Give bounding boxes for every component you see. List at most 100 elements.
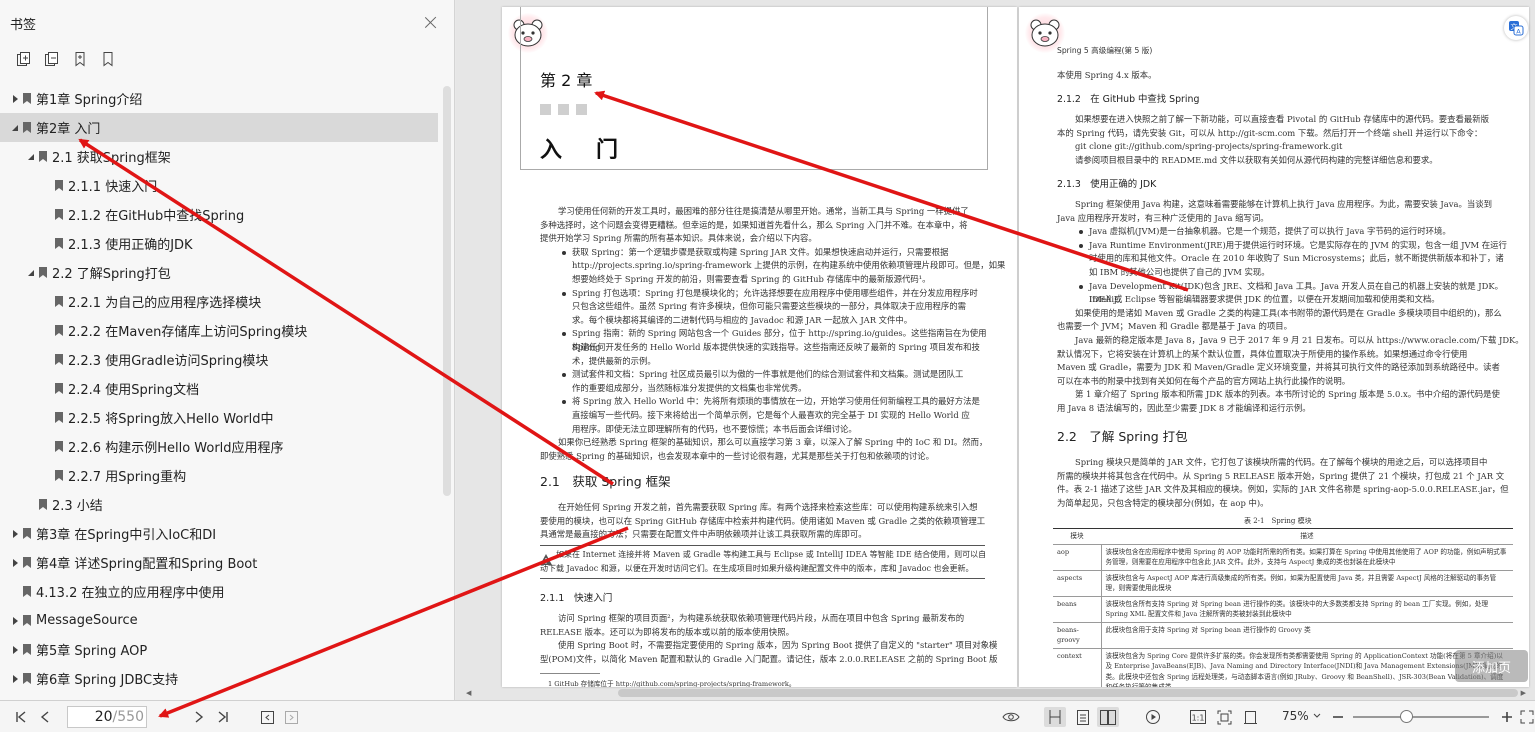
bookmark-item[interactable]: 2.2.1 为自己的应用程序选择模块 xyxy=(0,287,443,316)
table-row: beans-groovy 此模块包含用于支持 Spring 对 Spring be… xyxy=(1053,622,1513,649)
text-line: 为简单起见，只包含特定的模块部分(例如，在 aop 中)。 xyxy=(1057,497,1269,508)
bookmark-item[interactable]: 4.13.2 在独立的应用程序中使用 xyxy=(0,577,443,606)
bookmark-item[interactable]: 2.2.7 用Spring重构 xyxy=(0,461,443,490)
bookmark-item[interactable]: 2.2.3 使用Gradle访问Spring模块 xyxy=(0,345,443,374)
collapse-all-icon[interactable] xyxy=(43,51,60,68)
bookmark-icon xyxy=(55,412,63,423)
scrollbar-thumb[interactable] xyxy=(618,689,1518,697)
text-line: 用程序。即使无法立即理解所有的代码，也不要惊慌；本书后面会详细讨论。 xyxy=(572,423,857,434)
fit-width-icon[interactable] xyxy=(1239,707,1261,727)
caret-down-icon[interactable] xyxy=(26,152,36,162)
horizontal-scrollbar[interactable]: ◀ ▶ xyxy=(466,688,1526,698)
add-bookmark-icon[interactable] xyxy=(71,51,88,68)
last-page-icon[interactable] xyxy=(214,707,232,727)
fit-page-icon[interactable] xyxy=(1213,707,1235,727)
translate-icon[interactable]: 文A xyxy=(1504,16,1528,40)
caret-down-icon[interactable] xyxy=(10,123,20,133)
text-line: 件。表 2-1 描述了这些 JAR 文件及其相应的模块。例如，实际的 JAR 文… xyxy=(1057,484,1509,495)
text-line: Spring 模块只是简单的 JAR 文件，它打包了该模块所需的代码。在了解每个… xyxy=(1075,457,1488,467)
text-line: RELEASE 版本。还可以为即将发布的版本或以前的版本使用快照。 xyxy=(540,626,795,637)
bookmark-label: 2.2.1 为自己的应用程序选择模块 xyxy=(68,296,262,311)
eye-icon[interactable] xyxy=(1000,707,1022,727)
bookmark-icon[interactable] xyxy=(99,51,116,68)
chapter-square xyxy=(558,104,569,115)
zoom-in-icon[interactable] xyxy=(1499,707,1515,727)
bookmark-label: 2.2.2 在Maven存储库上访问Spring模块 xyxy=(68,325,308,340)
actual-size-icon[interactable]: 1:1 xyxy=(1187,707,1209,727)
zoom-slider[interactable] xyxy=(1353,710,1489,723)
caret-right-icon[interactable] xyxy=(10,94,20,104)
zoom-slider-knob[interactable] xyxy=(1400,710,1413,723)
bookmark-item[interactable]: MessageSource xyxy=(0,606,443,635)
bookmark-item[interactable]: 第6章 Spring JDBC支持 xyxy=(0,664,443,693)
bookmark-toolbar xyxy=(0,46,454,72)
chapter-square xyxy=(540,104,551,115)
bookmark-item[interactable]: 第2章 入门 xyxy=(0,113,438,142)
text-line: 学习使用任何新的开发工具时，最困难的部分往往是搞清楚从哪里开始。通常，当新工具与… xyxy=(558,206,969,216)
subsection-heading: 2.1.1 快速入门 xyxy=(540,593,613,604)
previous-page-icon[interactable] xyxy=(36,707,54,727)
bookmark-icon xyxy=(23,93,31,104)
bullet-dot xyxy=(562,250,566,255)
bookmark-item[interactable]: 2.2.6 构建示例Hello World应用程序 xyxy=(0,432,443,461)
text-line: 即使熟悉 Spring 的基础知识，也会发现本章中的一些讨论很有趣，尤其是那些关… xyxy=(540,450,934,461)
back-icon[interactable] xyxy=(258,707,276,727)
bookmark-item[interactable]: 2.2.2 在Maven存储库上访问Spring模块 xyxy=(0,316,443,345)
bookmark-label: 第2章 入门 xyxy=(36,122,101,137)
bookmark-label: 2.2.6 构建示例Hello World应用程序 xyxy=(68,441,284,456)
caret-right-icon[interactable] xyxy=(10,558,20,568)
bookmark-item[interactable]: 第3章 在Spring中引入IoC和DI xyxy=(0,519,443,548)
bullet-dot xyxy=(562,291,566,296)
caret-down-icon[interactable] xyxy=(26,268,36,278)
bookmark-item[interactable]: 2.1.3 使用正确的JDK xyxy=(0,229,443,258)
text-line: 想要始终处于 Spring 开发的前沿，则需要查看 Spring 的 GitHu… xyxy=(572,274,931,284)
text-line: 时使用的库和其他文件。Oracle 在 2010 年收购了 Sun Micros… xyxy=(1089,253,1504,264)
bookmark-icon xyxy=(23,644,31,655)
next-page-icon[interactable] xyxy=(190,707,208,727)
footnote-separator xyxy=(540,673,600,674)
bookmark-item[interactable]: 第5章 Spring AOP xyxy=(0,635,443,664)
bullet-dot xyxy=(562,332,566,337)
bookmark-item[interactable]: 2.2 了解Spring打包 xyxy=(0,258,443,287)
page-number-input[interactable]: 20/550 xyxy=(67,706,147,728)
current-page: 20 xyxy=(94,709,113,725)
bookmark-scrollbar[interactable] xyxy=(443,86,451,496)
first-page-icon[interactable] xyxy=(12,707,30,727)
fullscreen-icon[interactable] xyxy=(1519,707,1535,727)
text-line: 获取 Spring：第一个逻辑步骤是获取或构建 Spring JAR 文件。如果… xyxy=(572,246,949,257)
play-icon[interactable] xyxy=(1142,707,1164,727)
bookmark-item[interactable]: 2.1 获取Spring框架 xyxy=(0,142,443,171)
bookmark-item[interactable]: 2.1.2 在GitHub中查找Spring xyxy=(0,200,443,229)
single-page-icon[interactable] xyxy=(1072,707,1094,727)
close-icon[interactable] xyxy=(422,14,440,32)
bookmark-item[interactable]: 2.3 小结 xyxy=(0,490,443,519)
bookmark-item[interactable]: 第4章 详述Spring配置和Spring Boot xyxy=(0,548,443,577)
bookmark-label: 第6章 Spring JDBC支持 xyxy=(36,673,179,688)
bookmark-item[interactable]: 2.1.1 快速入门 xyxy=(0,171,443,200)
scroll-left-icon[interactable]: ◀ xyxy=(466,689,471,697)
total-pages: /550 xyxy=(112,709,144,725)
caret-right-icon[interactable] xyxy=(10,529,20,539)
bookmark-item[interactable]: 2.2.4 使用Spring文档 xyxy=(0,374,443,403)
bookmark-label: 2.1.1 快速入门 xyxy=(68,180,158,195)
caret-right-icon[interactable] xyxy=(10,674,20,684)
bullet-dot xyxy=(1079,243,1083,248)
continuous-scroll-icon[interactable] xyxy=(1044,707,1066,727)
expand-all-icon[interactable] xyxy=(15,51,32,68)
bookmark-icon xyxy=(23,557,31,568)
text-line: 本的 Spring 代码，请先安装 Git，可以从 http://git-scm… xyxy=(1057,127,1483,138)
bookmark-item[interactable]: 第1章 Spring介绍 xyxy=(0,84,443,113)
bookmark-item[interactable]: 2.2.5 将Spring放入Hello World中 xyxy=(0,403,443,432)
bookmark-label: 2.2 了解Spring打包 xyxy=(52,267,171,282)
caret-right-icon[interactable] xyxy=(10,616,20,626)
forward-icon[interactable] xyxy=(282,707,300,727)
floating-badge[interactable]: 添加页 xyxy=(1455,650,1528,682)
two-page-icon[interactable] xyxy=(1097,707,1119,727)
svg-text:1:1: 1:1 xyxy=(1192,714,1205,723)
note-rule xyxy=(540,578,985,579)
scroll-right-icon[interactable]: ▶ xyxy=(1521,689,1526,697)
caret-right-icon[interactable] xyxy=(10,645,20,655)
zoom-select[interactable]: 75% xyxy=(1282,709,1321,723)
zoom-out-icon[interactable] xyxy=(1330,707,1346,727)
text-line: 请参阅项目根目录中的 README.md 文件以获取有关如何从源代码构建的完整详… xyxy=(1075,154,1438,165)
